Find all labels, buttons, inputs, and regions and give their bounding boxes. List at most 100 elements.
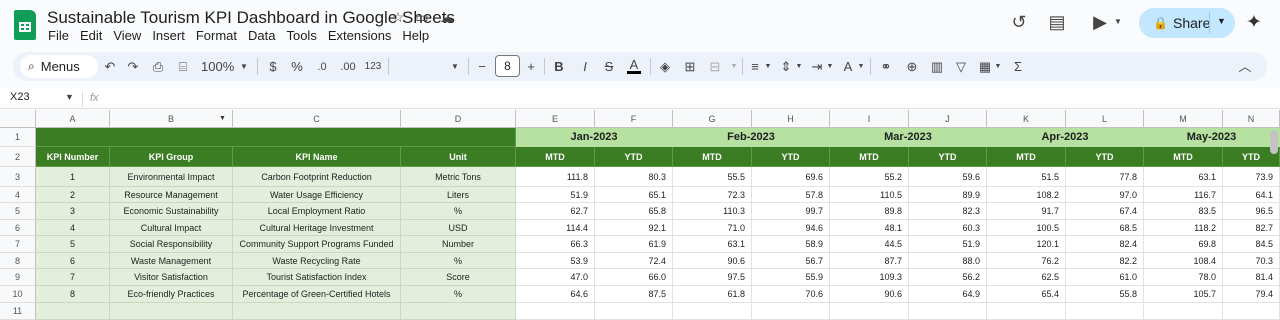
empty-cell[interactable] bbox=[233, 303, 401, 320]
kpi-name-cell[interactable]: Carbon Footprint Reduction bbox=[233, 167, 401, 187]
empty-cell[interactable] bbox=[830, 303, 909, 320]
value-cell[interactable]: 55.5 bbox=[673, 167, 752, 187]
value-cell[interactable]: 70.3 bbox=[1223, 253, 1280, 269]
month-header[interactable]: Feb-2023 bbox=[673, 128, 830, 147]
unit-cell[interactable]: Score bbox=[401, 269, 516, 286]
row-header-8[interactable]: 8 bbox=[0, 253, 36, 269]
empty-cell[interactable] bbox=[516, 303, 595, 320]
value-cell[interactable]: 62.5 bbox=[987, 269, 1066, 286]
kpi-number-cell[interactable]: 7 bbox=[36, 269, 110, 286]
vertical-scrollbar[interactable] bbox=[1270, 130, 1278, 154]
value-cell[interactable]: 89.9 bbox=[909, 187, 987, 203]
empty-cell[interactable] bbox=[673, 303, 752, 320]
kpi-name-cell[interactable]: Local Employment Ratio bbox=[233, 203, 401, 220]
value-cell[interactable]: 57.8 bbox=[752, 187, 830, 203]
value-cell[interactable]: 72.4 bbox=[595, 253, 673, 269]
kpi-name-cell[interactable]: Cultural Heritage Investment bbox=[233, 220, 401, 236]
value-cell[interactable]: 76.2 bbox=[987, 253, 1066, 269]
kpi-group-cell[interactable]: Social Responsibility bbox=[110, 236, 233, 253]
row-header-5[interactable]: 5 bbox=[0, 203, 36, 220]
value-cell[interactable]: 111.8 bbox=[516, 167, 595, 187]
value-cell[interactable]: 116.7 bbox=[1144, 187, 1223, 203]
empty-cell[interactable] bbox=[1223, 303, 1280, 320]
value-cell[interactable]: 114.4 bbox=[516, 220, 595, 236]
value-cell[interactable]: 64.9 bbox=[909, 286, 987, 303]
empty-cell[interactable] bbox=[36, 303, 110, 320]
row-header-11[interactable]: 11 bbox=[0, 303, 36, 320]
kpi-group-cell[interactable]: Visitor Satisfaction bbox=[110, 269, 233, 286]
value-cell[interactable]: 59.6 bbox=[909, 167, 987, 187]
value-cell[interactable]: 65.1 bbox=[595, 187, 673, 203]
value-cell[interactable]: 82.4 bbox=[1066, 236, 1144, 253]
value-cell[interactable]: 120.1 bbox=[987, 236, 1066, 253]
value-cell[interactable]: 82.7 bbox=[1223, 220, 1280, 236]
kpi-number-cell[interactable]: 1 bbox=[36, 167, 110, 187]
empty-cell[interactable] bbox=[1066, 303, 1144, 320]
value-cell[interactable]: 51.5 bbox=[987, 167, 1066, 187]
month-header[interactable]: Apr-2023 bbox=[987, 128, 1144, 147]
value-cell[interactable]: 69.6 bbox=[752, 167, 830, 187]
value-cell[interactable]: 78.0 bbox=[1144, 269, 1223, 286]
row-header-2[interactable]: 2 bbox=[0, 147, 36, 167]
value-cell[interactable]: 83.5 bbox=[1144, 203, 1223, 220]
value-cell[interactable]: 73.9 bbox=[1223, 167, 1280, 187]
value-cell[interactable]: 82.2 bbox=[1066, 253, 1144, 269]
value-cell[interactable]: 55.8 bbox=[1066, 286, 1144, 303]
row-header-6[interactable]: 6 bbox=[0, 220, 36, 236]
value-cell[interactable]: 90.6 bbox=[673, 253, 752, 269]
value-cell[interactable]: 48.1 bbox=[830, 220, 909, 236]
value-cell[interactable]: 56.2 bbox=[909, 269, 987, 286]
empty-cell[interactable] bbox=[987, 303, 1066, 320]
empty-cell[interactable] bbox=[110, 303, 233, 320]
value-cell[interactable]: 100.5 bbox=[987, 220, 1066, 236]
value-cell[interactable]: 92.1 bbox=[595, 220, 673, 236]
value-cell[interactable]: 66.3 bbox=[516, 236, 595, 253]
value-cell[interactable]: 97.5 bbox=[673, 269, 752, 286]
value-cell[interactable]: 60.3 bbox=[909, 220, 987, 236]
row-header-1[interactable]: 1 bbox=[0, 128, 36, 147]
mtd-header[interactable]: MTD bbox=[516, 147, 595, 167]
mtd-header[interactable]: MTD bbox=[673, 147, 752, 167]
kpi-number-cell[interactable]: 2 bbox=[36, 187, 110, 203]
value-cell[interactable]: 63.1 bbox=[1144, 167, 1223, 187]
value-cell[interactable]: 87.5 bbox=[595, 286, 673, 303]
kpi-number-cell[interactable]: 5 bbox=[36, 236, 110, 253]
value-cell[interactable]: 61.0 bbox=[1066, 269, 1144, 286]
kpi-name-cell[interactable]: Water Usage Efficiency bbox=[233, 187, 401, 203]
kpi-group-cell[interactable]: Cultural Impact bbox=[110, 220, 233, 236]
empty-cell[interactable] bbox=[401, 303, 516, 320]
row-header-3[interactable]: 3 bbox=[0, 167, 36, 187]
unit-cell[interactable]: % bbox=[401, 286, 516, 303]
value-cell[interactable]: 65.8 bbox=[595, 203, 673, 220]
value-cell[interactable]: 108.2 bbox=[987, 187, 1066, 203]
value-cell[interactable]: 53.9 bbox=[516, 253, 595, 269]
mtd-header[interactable]: MTD bbox=[830, 147, 909, 167]
value-cell[interactable]: 80.3 bbox=[595, 167, 673, 187]
kpi-group-cell[interactable]: Waste Management bbox=[110, 253, 233, 269]
kpi-name-cell[interactable]: Percentage of Green-Certified Hotels bbox=[233, 286, 401, 303]
value-cell[interactable]: 110.5 bbox=[830, 187, 909, 203]
value-cell[interactable]: 67.4 bbox=[1066, 203, 1144, 220]
value-cell[interactable]: 97.0 bbox=[1066, 187, 1144, 203]
value-cell[interactable]: 89.8 bbox=[830, 203, 909, 220]
empty-cell[interactable] bbox=[1144, 303, 1223, 320]
column-title[interactable]: KPI Group bbox=[110, 147, 233, 167]
kpi-name-cell[interactable]: Waste Recycling Rate bbox=[233, 253, 401, 269]
column-title[interactable]: KPI Name bbox=[233, 147, 401, 167]
row-header-4[interactable]: 4 bbox=[0, 187, 36, 203]
unit-cell[interactable]: USD bbox=[401, 220, 516, 236]
ytd-header[interactable]: YTD bbox=[1066, 147, 1144, 167]
kpi-group-cell[interactable]: Economic Sustainability bbox=[110, 203, 233, 220]
unit-cell[interactable]: % bbox=[401, 203, 516, 220]
value-cell[interactable]: 70.6 bbox=[752, 286, 830, 303]
value-cell[interactable]: 84.5 bbox=[1223, 236, 1280, 253]
value-cell[interactable]: 55.9 bbox=[752, 269, 830, 286]
ytd-header[interactable]: YTD bbox=[595, 147, 673, 167]
value-cell[interactable]: 63.1 bbox=[673, 236, 752, 253]
value-cell[interactable]: 56.7 bbox=[752, 253, 830, 269]
unit-cell[interactable]: Metric Tons bbox=[401, 167, 516, 187]
value-cell[interactable]: 108.4 bbox=[1144, 253, 1223, 269]
value-cell[interactable]: 47.0 bbox=[516, 269, 595, 286]
column-title[interactable]: Unit bbox=[401, 147, 516, 167]
mtd-header[interactable]: MTD bbox=[1144, 147, 1223, 167]
